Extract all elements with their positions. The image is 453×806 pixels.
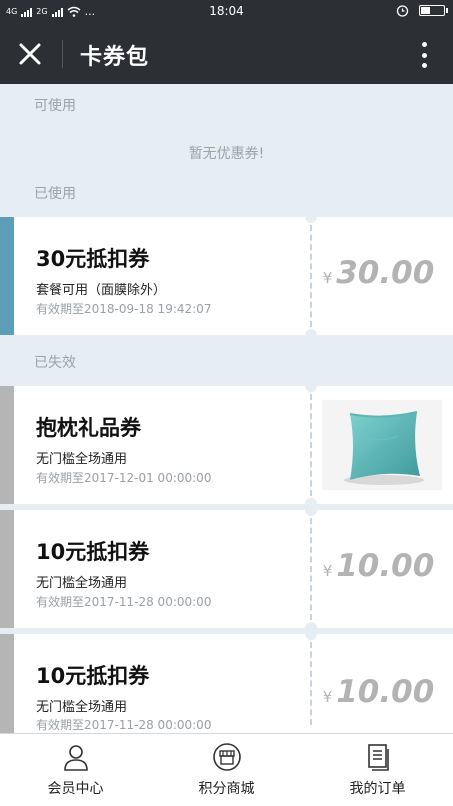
order-list-icon xyxy=(367,744,389,771)
section-label-used: 已使用 xyxy=(34,186,76,202)
alarm-icon xyxy=(396,5,409,17)
coupon-card[interactable]: 10元抵扣券 无门槛全场通用 有效期至2017-11-28 00:00:00 ¥… xyxy=(0,628,453,733)
coupon-desc: 无门槛全场通用 xyxy=(36,700,128,715)
coupon-name: 10元抵扣券 xyxy=(36,664,150,688)
status-bar: 4G 2G ... 18:04 xyxy=(0,0,453,24)
coupon-notch xyxy=(305,380,317,392)
currency-symbol: ¥ xyxy=(322,562,333,580)
coupon-expiry: 有效期至2017-12-01 00:00:00 xyxy=(36,471,212,485)
coupon-stripe xyxy=(0,634,14,733)
nav-item-member-center[interactable]: 会员中心 xyxy=(0,734,151,806)
coupon-expiry: 有效期至2017-11-28 00:00:00 xyxy=(36,595,212,609)
coupon-name: 10元抵扣券 xyxy=(36,540,150,564)
nav-label: 积分商城 xyxy=(198,781,255,797)
section-label-usable: 可使用 xyxy=(34,98,76,114)
coupon-amount: ¥10.00 xyxy=(318,674,439,710)
coupon-perforation xyxy=(310,518,312,620)
close-button[interactable] xyxy=(14,38,46,70)
coupon-desc: 套餐可用（面膜除外） xyxy=(36,283,167,298)
more-vertical-icon xyxy=(421,42,427,47)
coupon-amount: ¥30.00 xyxy=(318,255,439,291)
coupon-notch xyxy=(305,329,317,341)
pillow-image xyxy=(322,400,442,490)
more-button[interactable] xyxy=(417,38,431,72)
coupon-desc: 无门槛全场通用 xyxy=(36,576,128,591)
coupon-amount: ¥10.00 xyxy=(318,548,439,584)
page-title: 卡券包 xyxy=(80,45,150,70)
currency-symbol: ¥ xyxy=(322,688,333,706)
coupon-card[interactable]: 30元抵扣券 套餐可用（面膜除外） 有效期至2018-09-18 19:42:0… xyxy=(0,211,453,341)
amount-value: 10.00 xyxy=(336,674,435,710)
nav-label: 会员中心 xyxy=(47,781,104,797)
coupon-stripe xyxy=(0,217,14,335)
coupon-perforation xyxy=(310,642,312,725)
nav-item-my-orders[interactable]: 我的订单 xyxy=(302,734,453,806)
battery-icon xyxy=(419,5,448,16)
app-bar-divider xyxy=(62,40,63,68)
coupon-notch xyxy=(305,211,317,223)
coupon-expiry: 有效期至2017-11-28 00:00:00 xyxy=(36,718,212,732)
empty-coupons-text: 暂无优惠券! xyxy=(188,146,265,162)
coupon-notch xyxy=(305,628,317,640)
coupon-name: 30元抵扣券 xyxy=(36,247,150,271)
coupon-card[interactable]: 10元抵扣券 无门槛全场通用 有效期至2017-11-28 00:00:00 ¥… xyxy=(0,504,453,634)
coupon-name: 抱枕礼品券 xyxy=(36,416,141,440)
battery-level xyxy=(421,7,430,14)
shop-icon xyxy=(212,743,241,771)
nav-item-points-mall[interactable]: 积分商城 xyxy=(151,734,302,806)
currency-symbol: ¥ xyxy=(322,269,333,287)
status-right xyxy=(396,4,448,17)
coupon-perforation xyxy=(310,394,312,496)
nav-label: 我的订单 xyxy=(349,781,406,797)
amount-value: 10.00 xyxy=(336,548,435,584)
status-time: 18:04 xyxy=(209,4,244,18)
coupon-expiry: 有效期至2018-09-18 19:42:07 xyxy=(36,302,212,316)
coupon-desc: 无门槛全场通用 xyxy=(36,452,128,467)
coupon-notch xyxy=(305,504,317,516)
user-icon xyxy=(63,745,88,771)
coupon-stripe xyxy=(0,386,14,504)
section-label-expired: 已失效 xyxy=(34,355,76,371)
coupon-stripe xyxy=(0,510,14,628)
coupon-card[interactable]: 抱枕礼品券 无门槛全场通用 有效期至2017-12-01 00:00:00 xyxy=(0,380,453,510)
coupon-perforation xyxy=(310,225,312,327)
bottom-nav: 会员中心 积分商城 我的订单 xyxy=(0,733,453,806)
app-bar: 卡券包 xyxy=(0,24,453,84)
amount-value: 30.00 xyxy=(336,255,435,291)
close-icon xyxy=(19,43,41,65)
